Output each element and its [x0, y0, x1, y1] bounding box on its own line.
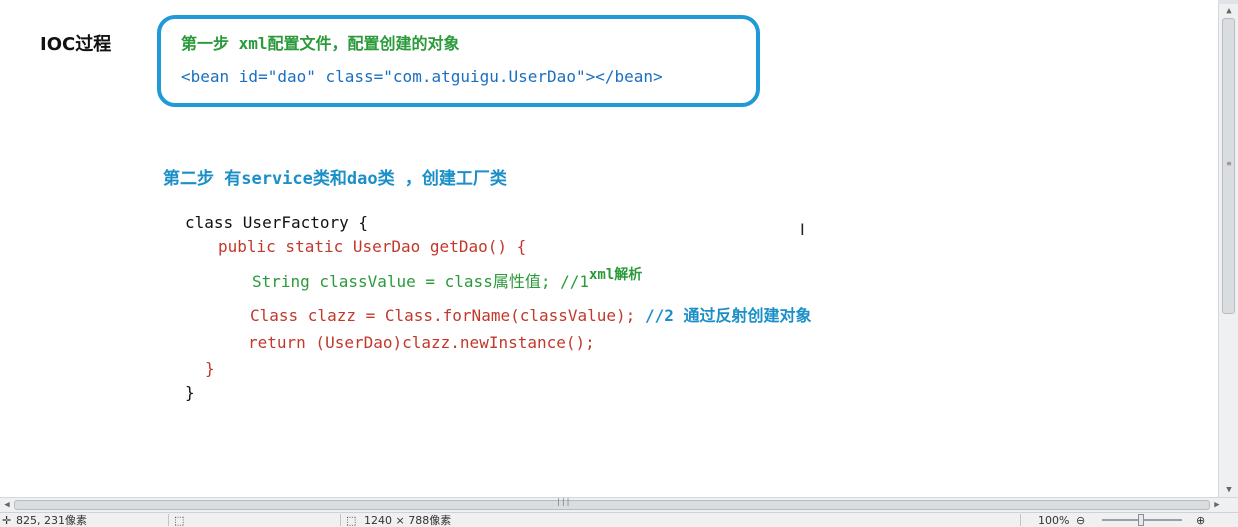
status-bar: ✛ 825, 231像素 ⬚ ⬚ 1240 × 788像素 100% ⊖ ⊕	[0, 512, 1238, 527]
zoom-in-icon[interactable]: ⊕	[1196, 514, 1205, 527]
status-separator	[168, 514, 169, 526]
status-separator	[340, 514, 341, 526]
text-cursor-icon: I	[800, 220, 805, 239]
code-class-value-line: String classValue = class属性值; //1xml解析	[252, 267, 643, 292]
code-method-signature: public static UserDao getDao() {	[218, 237, 527, 256]
code-class-close-brace: }	[185, 383, 195, 402]
step2-title: 第二步 有service类和dao类 ，创建工厂类	[163, 169, 507, 189]
code-reflection-comment: //2 通过反射创建对象	[644, 306, 812, 325]
step1-bean-code: <bean id="dao" class="com.atguigu.UserDa…	[181, 67, 663, 86]
vertical-grip-icon: ≡	[1226, 159, 1232, 168]
status-separator	[1020, 514, 1021, 526]
zoom-level: 100%	[1038, 514, 1070, 527]
image-size-icon: ⬚	[346, 514, 357, 527]
step1-callout-box: 第一步 xml配置文件，配置创建的对象 <bean id="dao" class…	[157, 15, 760, 107]
selection-icon: ⬚	[174, 514, 185, 527]
image-canvas: IOC过程 第一步 xml配置文件，配置创建的对象 <bean id="dao"…	[0, 0, 1218, 497]
crosshair-icon: ✛	[2, 514, 12, 527]
horizontal-grip-icon: |||	[556, 497, 571, 506]
code-method-close-brace: }	[205, 359, 215, 378]
scroll-left-arrow-icon[interactable]: ◀	[0, 498, 14, 512]
code-forname-text: Class clazz = Class.forName(classValue);	[250, 306, 636, 325]
horizontal-scrollbar[interactable]: ◀ ||| ▶	[0, 497, 1238, 512]
scroll-up-arrow-icon[interactable]: ▲	[1219, 4, 1238, 18]
cursor-coordinates: 825, 231像素	[16, 514, 87, 527]
zoom-out-icon[interactable]: ⊖	[1076, 514, 1085, 527]
image-dimensions: 1240 × 788像素	[364, 514, 452, 527]
code-return-line: return (UserDao)clazz.newInstance();	[248, 333, 595, 352]
page-title: IOC过程	[40, 34, 112, 55]
vertical-scrollbar[interactable]: ▲ ≡ ▼	[1218, 4, 1238, 497]
code-class-value-text: String classValue = class属性值; //1	[252, 272, 589, 291]
scroll-right-arrow-icon[interactable]: ▶	[1210, 498, 1224, 512]
step1-title: 第一步 xml配置文件，配置创建的对象	[181, 34, 460, 53]
code-xml-parse-note: xml解析	[589, 267, 643, 283]
zoom-slider-knob[interactable]	[1138, 514, 1144, 526]
horizontal-scroll-thumb[interactable]	[14, 500, 1210, 510]
code-class-declaration: class UserFactory {	[185, 213, 369, 232]
code-reflection-line: Class clazz = Class.forName(classValue);…	[250, 302, 812, 326]
scroll-down-arrow-icon[interactable]: ▼	[1219, 483, 1238, 497]
